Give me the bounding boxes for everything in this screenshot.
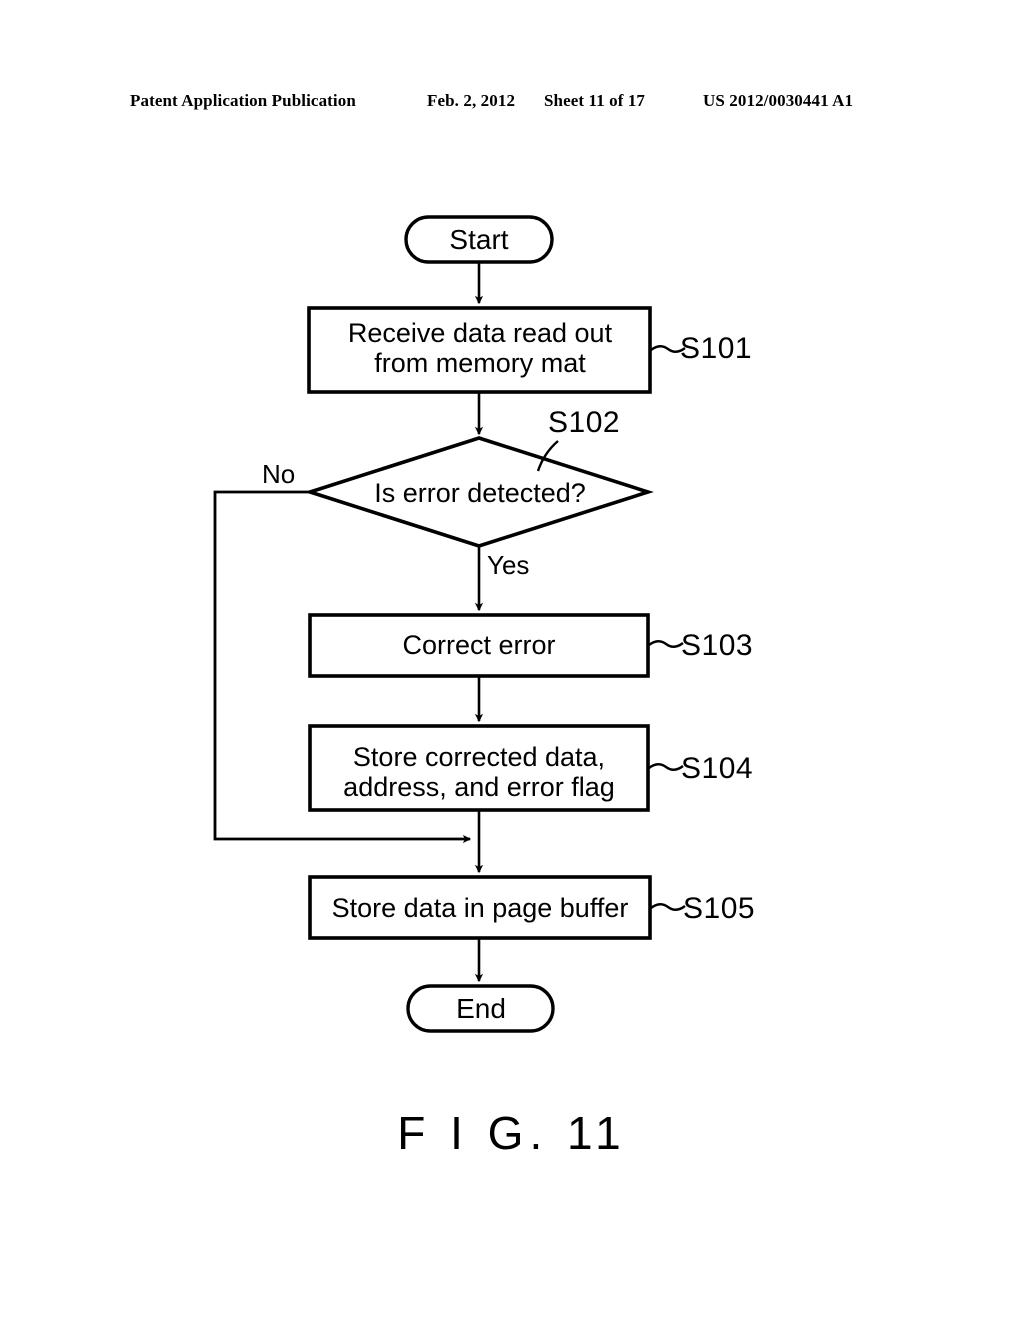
end-terminal-label: End	[456, 993, 506, 1024]
branch-label-yes: Yes	[487, 550, 530, 580]
s102-decision-label: Is error detected?	[374, 478, 586, 508]
s105-process-label: Store data in page buffer	[331, 893, 629, 923]
branch-label-no: No	[262, 459, 296, 489]
s104-process-label: Store corrected data, address, and error…	[343, 742, 615, 803]
s103-leader-line	[648, 640, 684, 648]
step-label-s102: S102	[548, 406, 621, 439]
s105-leader-line	[650, 903, 686, 911]
step-label-s101: S101	[680, 332, 753, 365]
s101-process-label: Receive data read out from memory mat	[347, 318, 613, 379]
figure-caption: F I G. 11	[397, 1107, 627, 1159]
s103-process-label: Correct error	[402, 630, 556, 660]
s104-leader-line	[648, 763, 684, 771]
start-terminal-label: Start	[449, 224, 509, 255]
step-label-s104: S104	[681, 752, 754, 785]
step-label-s105: S105	[683, 892, 756, 925]
step-label-s103: S103	[681, 629, 754, 662]
